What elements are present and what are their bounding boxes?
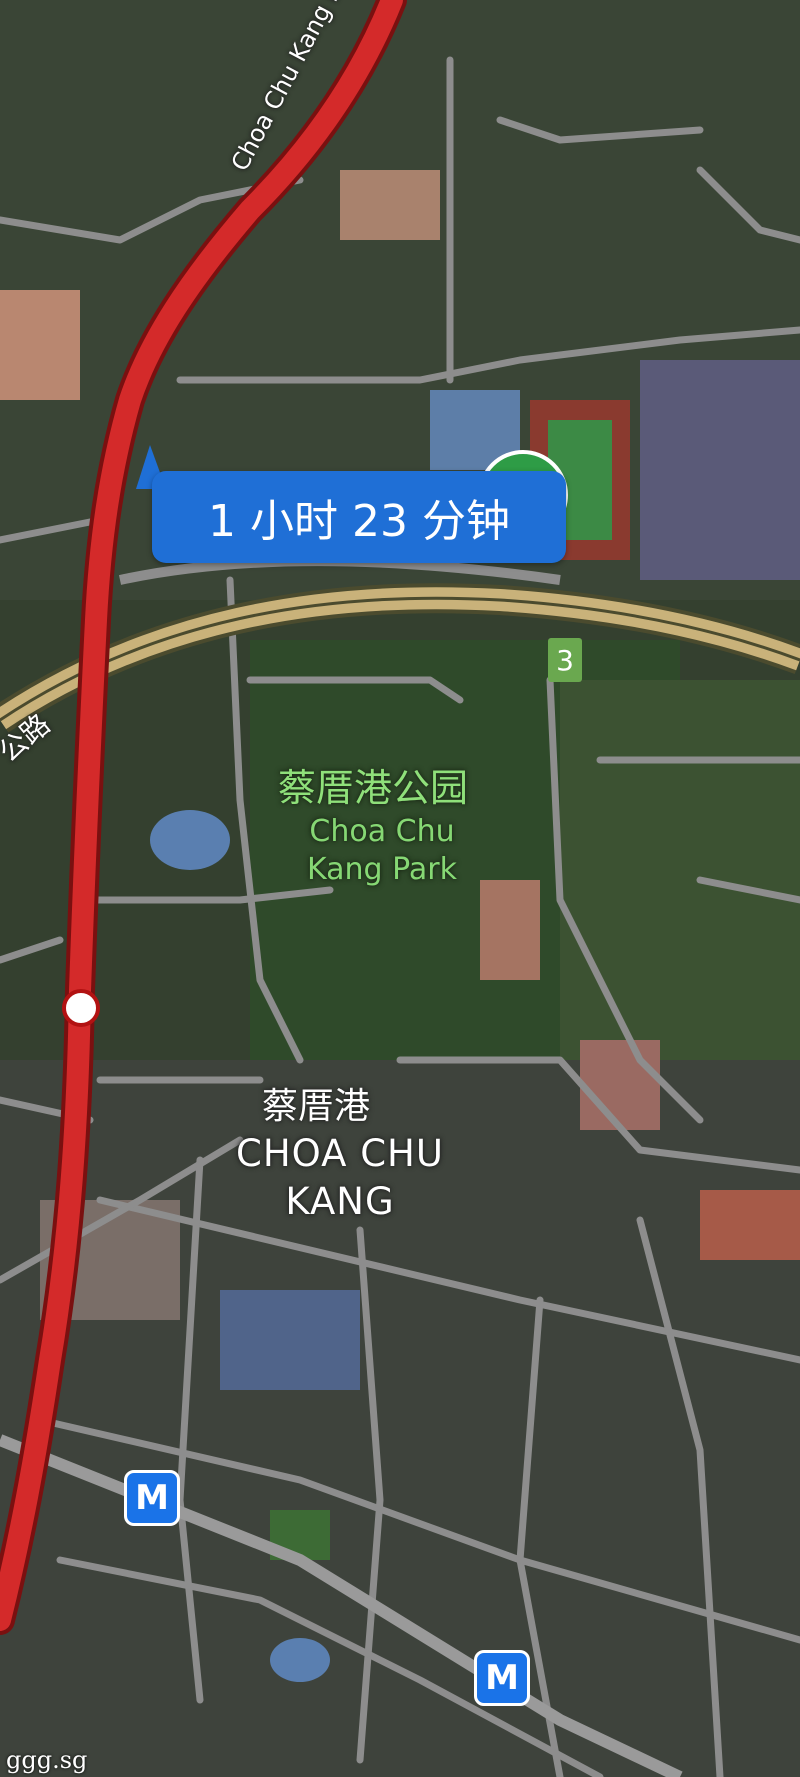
route-number-badge: 3: [548, 638, 582, 682]
watermark: ggg.sg: [6, 1746, 88, 1774]
metro-station-icon[interactable]: M: [124, 1470, 180, 1526]
travel-time-label: 1 小时 23 分钟: [208, 496, 510, 547]
area-name-english: CHOA CHU KANG: [236, 1132, 444, 1223]
route-point-icon: [62, 989, 100, 1027]
metro-station-icon[interactable]: M: [474, 1650, 530, 1706]
park-name-english[interactable]: Choa Chu Kang Park: [272, 813, 492, 889]
map-view[interactable]: 1 小时 23 分钟 3 Choa Chu Kang Dr 公路 蔡厝港公园 C…: [0, 0, 800, 1777]
area-name-chinese: 蔡厝港: [262, 1086, 371, 1127]
travel-time-bubble[interactable]: 1 小时 23 分钟: [152, 471, 566, 563]
park-name-chinese[interactable]: 蔡厝港公园: [278, 757, 468, 812]
